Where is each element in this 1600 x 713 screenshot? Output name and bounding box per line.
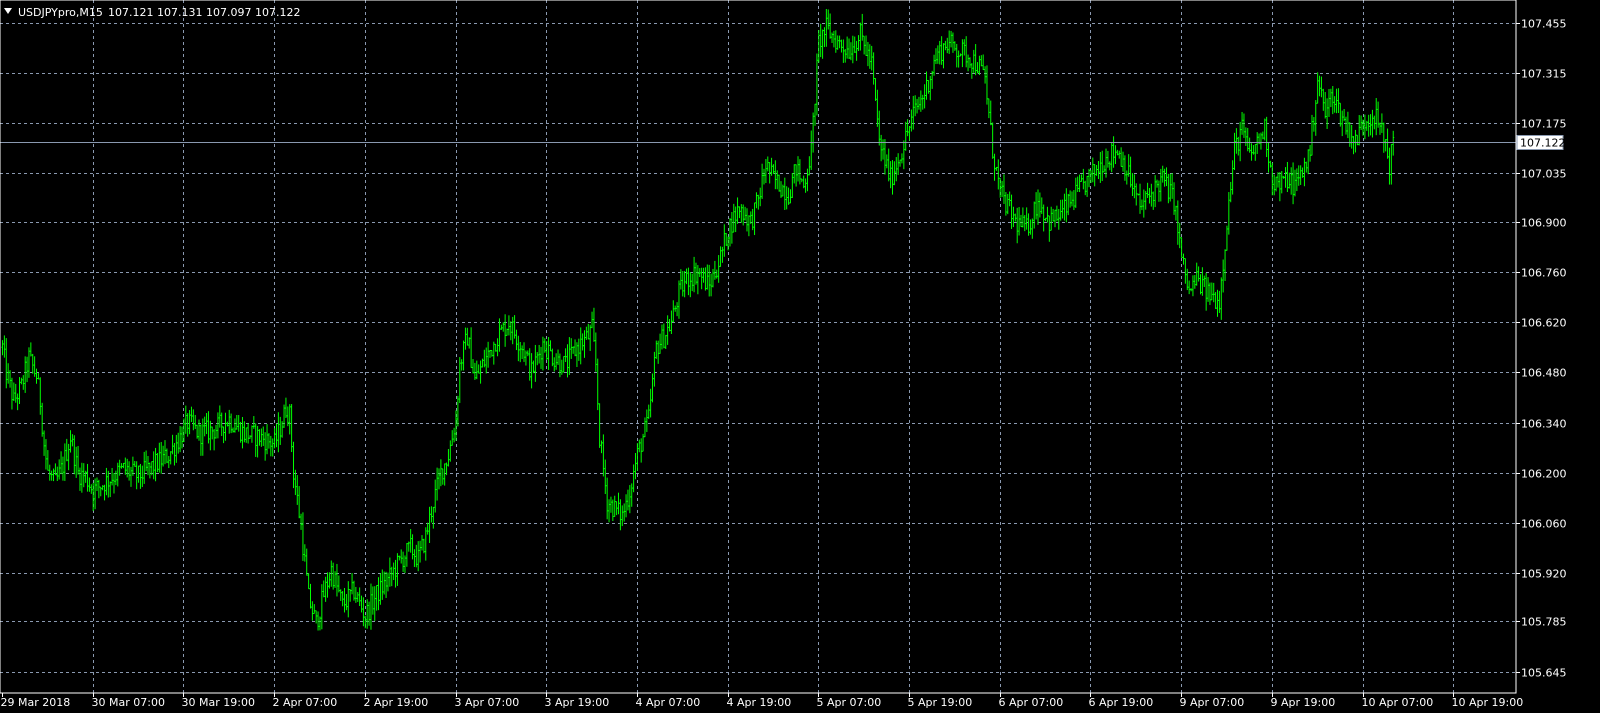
y-tick-label: 105.645 bbox=[1521, 667, 1567, 680]
x-tick-label: 6 Apr 07:00 bbox=[999, 696, 1064, 709]
x-tick-label: 3 Apr 07:00 bbox=[455, 696, 520, 709]
y-tick-label: 106.760 bbox=[1521, 267, 1567, 280]
current-price-label: 107.122 bbox=[1520, 137, 1566, 150]
x-tick-label: 5 Apr 19:00 bbox=[908, 696, 973, 709]
x-tick-label: 29 Mar 2018 bbox=[1, 696, 71, 709]
x-tick-label: 4 Apr 19:00 bbox=[727, 696, 792, 709]
x-tick-label: 30 Mar 19:00 bbox=[182, 696, 255, 709]
y-tick-label: 105.920 bbox=[1521, 568, 1567, 581]
x-tick-label: 5 Apr 07:00 bbox=[817, 696, 882, 709]
x-tick-label: 9 Apr 19:00 bbox=[1271, 696, 1336, 709]
symbol-label: USDJPYpro,M15 bbox=[18, 6, 103, 19]
y-tick-label: 106.620 bbox=[1521, 317, 1567, 330]
y-tick-label: 105.785 bbox=[1521, 616, 1567, 629]
y-tick-label: 107.315 bbox=[1521, 68, 1567, 81]
x-tick-label: 2 Apr 19:00 bbox=[364, 696, 429, 709]
x-tick-label: 3 Apr 19:00 bbox=[545, 696, 610, 709]
chart-background bbox=[0, 0, 1600, 713]
y-tick-label: 106.480 bbox=[1521, 367, 1567, 380]
x-tick-label: 10 Apr 19:00 bbox=[1452, 696, 1524, 709]
time-axis: 29 Mar 2018 30 Mar 07:00 30 Mar 19:00 2 Apr… bbox=[1, 693, 1524, 709]
x-tick-label: 10 Apr 07:00 bbox=[1362, 696, 1434, 709]
chart-header: USDJPYpro,M15 107.121 107.131 107.097 10… bbox=[4, 6, 300, 19]
x-tick-label: 9 Apr 07:00 bbox=[1180, 696, 1245, 709]
ohlc-values: 107.121 107.131 107.097 107.122 bbox=[108, 6, 300, 19]
y-tick-label: 107.455 bbox=[1521, 18, 1567, 31]
y-tick-label: 106.200 bbox=[1521, 468, 1567, 481]
y-tick-label: 107.175 bbox=[1521, 118, 1567, 131]
price-chart[interactable]: 107.455 107.315 107.175 107.035 106.900 106.7… bbox=[0, 0, 1600, 713]
y-tick-label: 106.340 bbox=[1521, 418, 1567, 431]
x-tick-label: 2 Apr 07:00 bbox=[273, 696, 338, 709]
x-tick-label: 30 Mar 07:00 bbox=[92, 696, 165, 709]
current-price-marker: 107.122 bbox=[1516, 135, 1566, 150]
x-tick-label: 6 Apr 19:00 bbox=[1089, 696, 1154, 709]
x-tick-label: 4 Apr 07:00 bbox=[636, 696, 701, 709]
y-tick-label: 107.035 bbox=[1521, 168, 1567, 181]
y-tick-label: 106.060 bbox=[1521, 518, 1567, 531]
y-tick-label: 106.900 bbox=[1521, 217, 1567, 230]
